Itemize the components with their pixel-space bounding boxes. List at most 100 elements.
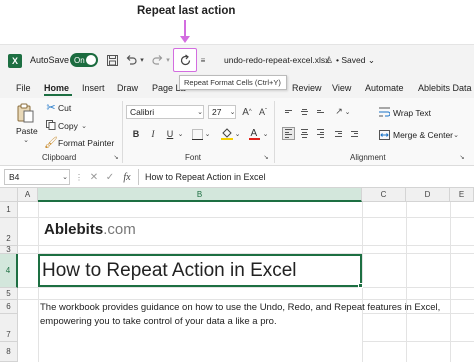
align-top-icon[interactable] [282,105,295,118]
undo-icon[interactable] [124,52,138,68]
orientation-dropdown-icon[interactable]: ⌄ [344,106,351,118]
underline-button[interactable]: U [164,128,176,140]
alignment-launcher-icon[interactable]: ↘ [458,153,466,161]
toggle-knob [86,55,96,65]
repeat-tooltip: Repeat Format Cells (Ctrl+Y) [179,75,287,90]
cut-icon[interactable]: ✂ [45,101,57,114]
tab-insert[interactable]: Insert [82,83,105,93]
column-header-b[interactable]: B [38,188,362,202]
borders-dropdown-icon[interactable]: ⌄ [204,128,211,140]
clipboard-launcher-icon[interactable]: ↘ [112,153,120,161]
row-header-1[interactable]: 1 [0,202,18,218]
insert-function-icon[interactable]: fx [120,171,134,183]
tab-automate[interactable]: Automate [365,83,404,93]
font-name-dropdown-icon[interactable]: ⌄ [196,106,204,118]
logo-light-text: .com [103,221,136,238]
selected-cell-b4[interactable]: How to Repeat Action in Excel [38,254,362,287]
row-header-4[interactable]: 4 [0,254,18,288]
format-painter-label[interactable]: Format Painter [58,138,114,148]
decrease-font-icon[interactable]: Aˇ [256,105,270,119]
repeat-button[interactable] [173,48,197,72]
row-header-7[interactable]: 7 [0,314,18,342]
confirm-entry-icon[interactable]: ✓ [104,171,116,183]
customize-toolbar-icon[interactable]: ≡ [199,53,207,67]
redo-icon[interactable] [151,52,165,68]
saved-status[interactable]: • Saved ⌄ [336,55,375,66]
format-painter-icon[interactable]: 🖌 [44,136,58,149]
select-all-corner[interactable] [0,188,18,202]
row-header-3[interactable]: 3 [0,245,18,254]
redo-dropdown-icon[interactable]: ▾ [164,52,172,68]
paste-label[interactable]: Paste [16,126,38,136]
tab-home[interactable]: Home [44,83,69,93]
copy-icon[interactable] [45,119,57,131]
saved-label: Saved [341,55,366,65]
underline-dropdown-icon[interactable]: ⌄ [177,128,184,140]
autosave-toggle[interactable]: On [70,53,98,67]
merge-center-label[interactable]: Merge & Center [393,130,453,140]
group-separator [274,101,275,163]
active-tab-indicator [44,94,72,96]
saved-chevron-icon: ⌄ [365,55,375,65]
tab-file[interactable]: File [16,83,31,93]
font-color-dropdown-icon[interactable]: ⌄ [262,128,269,140]
borders-icon[interactable] [190,127,204,141]
tab-review[interactable]: Review [292,83,322,93]
row-header-2[interactable]: 2 [0,218,18,246]
gridline [18,245,474,246]
paste-icon[interactable] [15,102,35,124]
formula-input[interactable]: How to Repeat Action in Excel [138,169,474,185]
formula-content: How to Repeat Action in Excel [145,172,266,182]
wrap-text-icon[interactable] [378,105,390,118]
font-launcher-icon[interactable]: ↘ [262,153,270,161]
font-color-icon[interactable]: A [248,126,260,140]
font-name-select[interactable]: Calibri [126,105,204,119]
fill-handle[interactable] [358,283,363,288]
copy-dropdown-icon[interactable]: ⌄ [80,121,88,131]
gridline [18,299,474,300]
cancel-entry-icon[interactable]: ✕ [88,171,100,183]
align-bottom-icon[interactable] [314,105,327,118]
column-header-c[interactable]: C [362,188,406,202]
column-header-a[interactable]: A [18,188,38,202]
decrease-indent-icon[interactable] [332,127,345,140]
merge-dropdown-icon[interactable]: ⌄ [452,130,460,140]
italic-button[interactable]: I [147,128,159,140]
align-center-icon[interactable] [298,127,311,140]
wrap-text-label[interactable]: Wrap Text [393,108,431,118]
save-icon[interactable] [105,53,119,67]
gridline [450,202,451,362]
title-cell-text: How to Repeat Action in Excel [42,259,297,281]
paste-dropdown-icon[interactable]: ⌄ [22,136,30,144]
copy-label[interactable]: Copy [58,121,78,131]
bold-button[interactable]: B [130,128,142,140]
cut-label[interactable]: Cut [58,103,71,113]
font-size-value: 27 [212,107,222,117]
font-size-dropdown-icon[interactable]: ⌄ [229,106,236,118]
align-left-icon[interactable] [282,127,295,140]
tab-view[interactable]: View [332,83,351,93]
gridline [18,217,474,218]
undo-dropdown-icon[interactable]: ▾ [138,52,146,68]
merge-center-icon[interactable] [378,128,390,141]
formula-bar-dots-icon: ⋮ [75,172,83,182]
column-header-d[interactable]: D [406,188,450,202]
fill-color-dropdown-icon[interactable]: ⌄ [234,128,241,140]
align-middle-icon[interactable] [298,105,311,118]
callout-label: Repeat last action [137,5,236,17]
row-header-8[interactable]: 8 [0,342,18,362]
align-right-icon[interactable] [314,127,327,140]
tab-ablebits-data[interactable]: Ablebits Data [418,83,472,93]
person-icon: ♙ [324,54,334,65]
increase-font-icon[interactable]: A ^ [240,105,254,119]
fill-color-icon[interactable] [220,126,234,140]
logo-bold-text: Ablebits [44,221,104,238]
gridline [362,341,474,342]
increase-indent-icon[interactable] [348,127,361,140]
row-header-5[interactable]: 5 [0,288,18,300]
column-header-e[interactable]: E [450,188,474,202]
row-header-6[interactable]: 6 [0,300,18,314]
tab-draw[interactable]: Draw [117,83,138,93]
group-separator [122,101,123,163]
name-box-dropdown-icon[interactable]: ⌄ [61,171,69,183]
